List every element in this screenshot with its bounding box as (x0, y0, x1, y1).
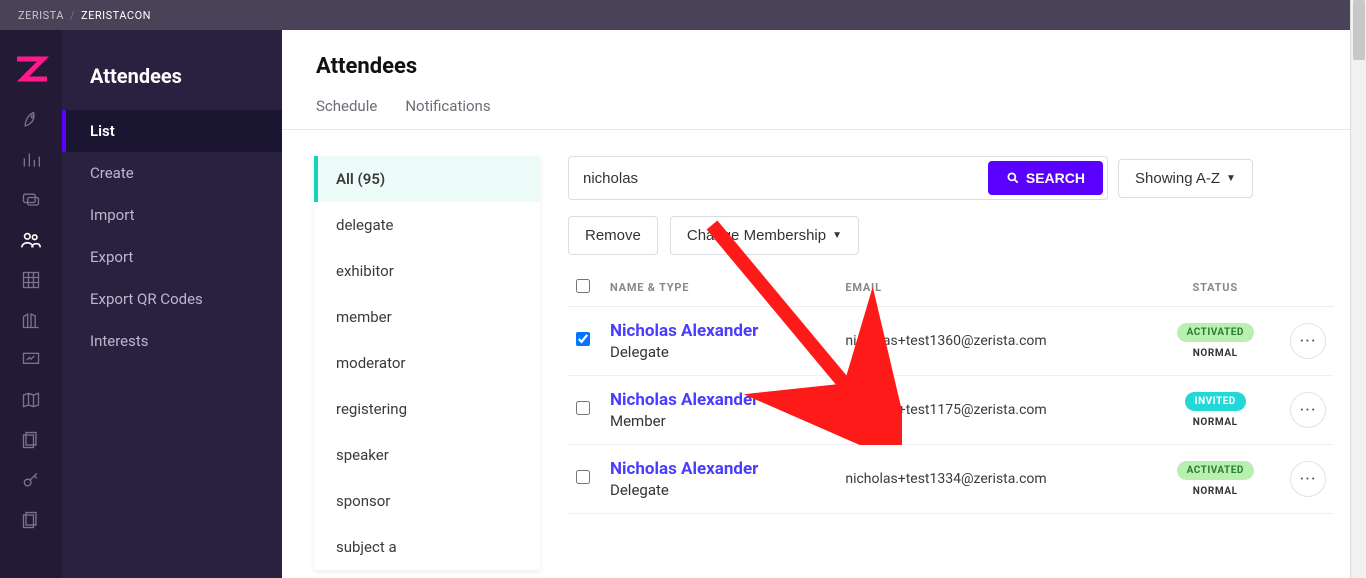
attendee-email: nicholas+test1334@zerista.com (837, 445, 1148, 514)
breadcrumb-separator: / (70, 9, 75, 22)
status-sub: NORMAL (1156, 486, 1274, 497)
rail-item-docs2[interactable] (0, 500, 62, 540)
search-icon (1006, 171, 1020, 185)
filter-registering[interactable]: registering (314, 386, 540, 432)
col-name: NAME & TYPE (602, 269, 837, 307)
app-logo[interactable] (0, 38, 62, 100)
search-input[interactable] (569, 157, 984, 199)
scrollbar-thumb[interactable] (1353, 0, 1365, 60)
rail-item-map[interactable] (0, 380, 62, 420)
attendee-name-link[interactable]: Nicholas Alexander (610, 321, 829, 341)
rail-item-grid[interactable] (0, 260, 62, 300)
sidebar-item-export[interactable]: Export (62, 236, 282, 278)
icon-rail (0, 30, 62, 578)
status-badge: ACTIVATED (1177, 461, 1254, 480)
search-button[interactable]: SEARCH (988, 161, 1103, 195)
sidebar-item-list[interactable]: List (62, 110, 282, 152)
status-badge: INVITED (1185, 392, 1246, 411)
subtab-notifications[interactable]: Notifications (405, 97, 490, 129)
attendee-role: Delegate (610, 481, 829, 499)
grid-icon (21, 270, 41, 290)
people-icon (20, 229, 42, 251)
status-badge: ACTIVATED (1177, 323, 1254, 342)
sort-button[interactable]: Showing A-Z ▼ (1118, 159, 1253, 198)
files-icon (21, 430, 41, 450)
change-membership-label: Change Membership (687, 227, 826, 244)
rail-item-key[interactable] (0, 460, 62, 500)
side-panel: Attendees ListCreateImportExportExport Q… (62, 30, 282, 578)
chevron-down-icon: ▼ (1226, 173, 1236, 184)
status-sub: NORMAL (1156, 417, 1274, 428)
row-checkbox[interactable] (576, 470, 590, 484)
filter-member[interactable]: member (314, 294, 540, 340)
attendee-email: nicholas+test1360@zerista.com (837, 307, 1148, 376)
row-checkbox[interactable] (576, 332, 590, 346)
attendee-name-link[interactable]: Nicholas Alexander (610, 459, 829, 479)
row-actions-button[interactable]: ··· (1290, 461, 1326, 497)
col-status: STATUS (1148, 269, 1282, 307)
filter-sponsor[interactable]: sponsor (314, 478, 540, 524)
row-actions-button[interactable]: ··· (1290, 392, 1326, 428)
table-row: Nicholas Alexander Delegate nicholas+test1… (568, 445, 1334, 514)
presentation-icon (21, 350, 41, 370)
chevron-down-icon: ▼ (832, 230, 842, 241)
sort-label: Showing A-Z (1135, 170, 1220, 187)
filter-moderator[interactable]: moderator (314, 340, 540, 386)
files2-icon (21, 510, 41, 530)
table-row: Nicholas Alexander Delegate nicholas+test1… (568, 307, 1334, 376)
col-email: EMAIL (837, 269, 1148, 307)
search-button-label: SEARCH (1026, 170, 1085, 186)
filter-speaker[interactable]: speaker (314, 432, 540, 478)
sidebar-item-import[interactable]: Import (62, 194, 282, 236)
filter-all-95-[interactable]: All (95) (314, 156, 540, 202)
remove-label: Remove (585, 227, 641, 244)
select-all-checkbox[interactable] (576, 279, 590, 293)
sidebar-item-interests[interactable]: Interests (62, 320, 282, 362)
sidebar-item-create[interactable]: Create (62, 152, 282, 194)
map-icon (21, 390, 41, 410)
side-panel-title: Attendees (62, 54, 282, 110)
rail-item-buildings[interactable] (0, 300, 62, 340)
window-scrollbar[interactable] (1350, 0, 1366, 578)
attendee-role: Delegate (610, 343, 829, 361)
buildings-icon (21, 310, 41, 330)
rail-item-docs[interactable] (0, 420, 62, 460)
rail-item-analytics[interactable] (0, 140, 62, 180)
chart-icon (21, 150, 41, 170)
rail-item-launch[interactable] (0, 100, 62, 140)
row-checkbox[interactable] (576, 401, 590, 415)
rocket-icon (21, 110, 41, 130)
remove-button[interactable]: Remove (568, 216, 658, 255)
attendee-role: Member (610, 412, 829, 430)
rail-item-attendees[interactable] (0, 220, 62, 260)
filter-delegate[interactable]: delegate (314, 202, 540, 248)
breadcrumb: ZERISTA / ZERISTACON (0, 0, 1366, 30)
status-sub: NORMAL (1156, 348, 1274, 359)
attendee-email: nicholas+test1175@zerista.com (837, 376, 1148, 445)
chat-icon (21, 190, 41, 210)
table-row: Nicholas Alexander Member nicholas+test117… (568, 376, 1334, 445)
change-membership-button[interactable]: Change Membership ▼ (670, 216, 859, 255)
breadcrumb-root[interactable]: ZERISTA (18, 9, 64, 22)
rail-item-messages[interactable] (0, 180, 62, 220)
zerista-logo-icon (13, 51, 49, 87)
rail-item-presentation[interactable] (0, 340, 62, 380)
key-icon (21, 470, 41, 490)
page-title: Attendees (316, 54, 1332, 79)
search-box: SEARCH (568, 156, 1108, 200)
filter-list: All (95)delegateexhibitormembermoderator… (314, 156, 540, 570)
attendee-name-link[interactable]: Nicholas Alexander (610, 390, 829, 410)
row-actions-button[interactable]: ··· (1290, 323, 1326, 359)
attendees-table: NAME & TYPE EMAIL STATUS Nicholas Alexan… (568, 269, 1334, 514)
subtab-schedule[interactable]: Schedule (316, 97, 377, 129)
breadcrumb-current[interactable]: ZERISTACON (81, 9, 151, 22)
filter-exhibitor[interactable]: exhibitor (314, 248, 540, 294)
sidebar-item-export-qr-codes[interactable]: Export QR Codes (62, 278, 282, 320)
filter-subject-a[interactable]: subject a (314, 524, 540, 570)
main-area: Attendees Schedule Notifications All (95)… (282, 30, 1366, 578)
